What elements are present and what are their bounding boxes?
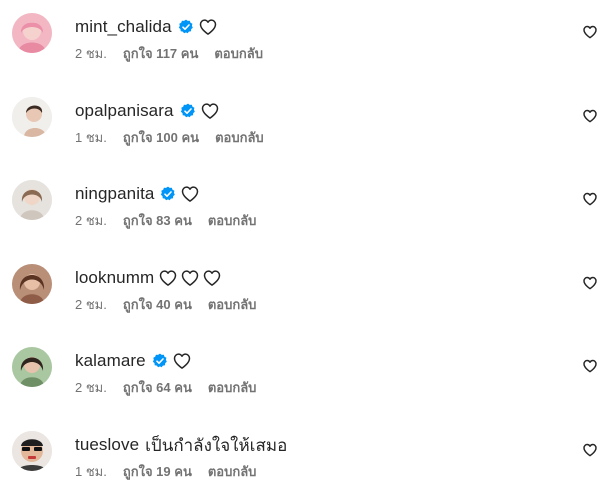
- like-comment-heart-icon[interactable]: [582, 24, 598, 40]
- comment-username[interactable]: mint_chalida: [75, 17, 172, 37]
- comment-time: 2 ชม.: [75, 46, 107, 61]
- heart-emoji-icon: [200, 101, 220, 121]
- avatar[interactable]: [12, 97, 52, 137]
- comment-likes[interactable]: ถูกใจ 40 คน: [123, 294, 192, 315]
- comment-item: kalamare 2 ชม. ถูกใจ 64 คน ตอบกลับ: [0, 347, 611, 419]
- heart-emoji-icon: [198, 17, 218, 37]
- avatar[interactable]: [12, 180, 52, 220]
- reply-button[interactable]: ตอบกลับ: [208, 461, 257, 482]
- comment-time: 2 ชม.: [75, 380, 107, 395]
- avatar[interactable]: [12, 431, 52, 471]
- heart-emoji-icon: [158, 268, 178, 288]
- verified-badge-icon: [160, 186, 176, 202]
- comment-time: 1 ชม.: [75, 130, 107, 145]
- comment-likes[interactable]: ถูกใจ 83 คน: [123, 210, 192, 231]
- comment-username[interactable]: opalpanisara: [75, 101, 174, 121]
- verified-badge-icon: [152, 353, 168, 369]
- reply-button[interactable]: ตอบกลับ: [208, 377, 257, 398]
- comment-likes[interactable]: ถูกใจ 64 คน: [123, 377, 192, 398]
- heart-emoji-icon: [180, 184, 200, 204]
- reply-button[interactable]: ตอบกลับ: [215, 127, 264, 148]
- heart-emoji-icon: [180, 268, 200, 288]
- comment-username[interactable]: kalamare: [75, 351, 146, 371]
- comment-username[interactable]: tueslove: [75, 435, 139, 455]
- comment-time: 1 ชม.: [75, 464, 107, 479]
- comment-likes[interactable]: ถูกใจ 19 คน: [123, 461, 192, 482]
- like-comment-heart-icon[interactable]: [582, 108, 598, 124]
- heart-emoji-icon: [172, 351, 192, 371]
- comment-time: 2 ชม.: [75, 213, 107, 228]
- like-comment-heart-icon[interactable]: [582, 191, 598, 207]
- avatar[interactable]: [12, 264, 52, 304]
- like-comment-heart-icon[interactable]: [582, 442, 598, 458]
- comment-item: mint_chalida 2 ชม. ถูกใจ 117 คน ตอบกลับ: [0, 13, 611, 85]
- comment-item: opalpanisara 1 ชม. ถูกใจ 100 คน ตอบกลับ: [0, 97, 611, 169]
- avatar[interactable]: [12, 13, 52, 53]
- comment-time: 2 ชม.: [75, 297, 107, 312]
- verified-badge-icon: [180, 103, 196, 119]
- reply-button[interactable]: ตอบกลับ: [214, 43, 263, 64]
- comment-username[interactable]: ningpanita: [75, 184, 154, 204]
- like-comment-heart-icon[interactable]: [582, 275, 598, 291]
- verified-badge-icon: [178, 19, 194, 35]
- comment-item: tueslove เป็นกำลังใจให้เสมอ 1 ชม. ถูกใจ …: [0, 431, 611, 503]
- comment-username[interactable]: looknumm: [75, 268, 154, 288]
- comment-item: looknumm 2 ชม. ถูกใจ 40 คน ตอบกลับ: [0, 264, 611, 336]
- comment-text: เป็นกำลังใจให้เสมอ: [145, 435, 288, 455]
- comment-likes[interactable]: ถูกใจ 100 คน: [123, 127, 199, 148]
- avatar[interactable]: [12, 347, 52, 387]
- comment-item: ningpanita 2 ชม. ถูกใจ 83 คน ตอบกลับ: [0, 180, 611, 252]
- reply-button[interactable]: ตอบกลับ: [208, 210, 257, 231]
- heart-emoji-icon: [202, 268, 222, 288]
- like-comment-heart-icon[interactable]: [582, 358, 598, 374]
- comment-likes[interactable]: ถูกใจ 117 คน: [123, 43, 199, 64]
- reply-button[interactable]: ตอบกลับ: [208, 294, 257, 315]
